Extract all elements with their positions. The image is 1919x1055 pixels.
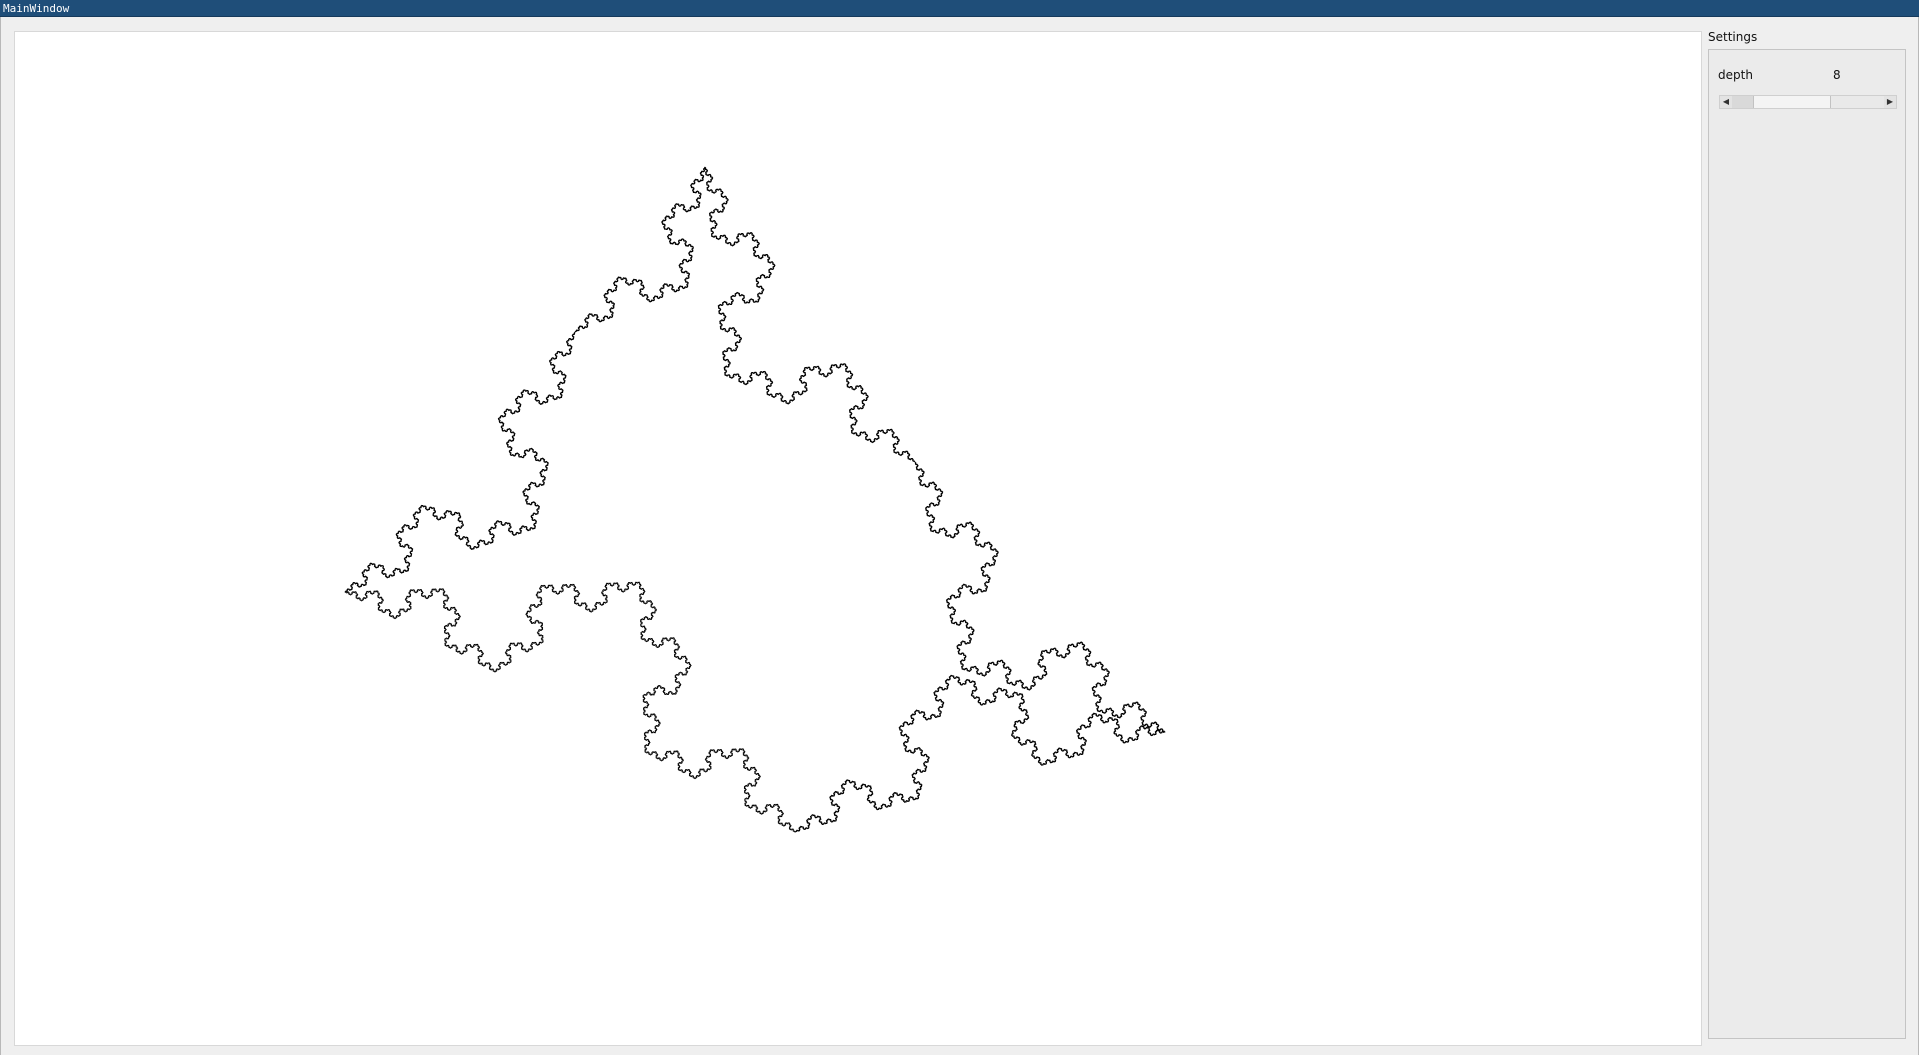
depth-value: 8 [1833, 68, 1841, 82]
depth-label: depth [1718, 68, 1753, 82]
window-title: MainWindow [3, 2, 70, 15]
main-window: Settings depth 8 ◀ ▶ [0, 17, 1919, 1055]
fractal-drawing [344, 166, 1166, 833]
fractal-canvas[interactable] [14, 31, 1702, 1046]
triangle-left-icon[interactable]: ◀ [1720, 96, 1732, 108]
slider-page-before[interactable] [1732, 96, 1753, 108]
fractal-curve [344, 166, 1166, 833]
depth-slider[interactable]: ◀ ▶ [1719, 95, 1897, 109]
window-title-bar[interactable]: MainWindow [0, 0, 1919, 17]
slider-thumb[interactable] [1753, 96, 1831, 108]
settings-group-box: depth 8 ◀ ▶ [1708, 49, 1906, 1039]
triangle-right-icon[interactable]: ▶ [1884, 96, 1896, 108]
slider-track[interactable] [1732, 96, 1884, 108]
settings-title: Settings [1708, 30, 1758, 44]
settings-panel: Settings depth 8 ◀ ▶ [1706, 27, 1908, 1049]
